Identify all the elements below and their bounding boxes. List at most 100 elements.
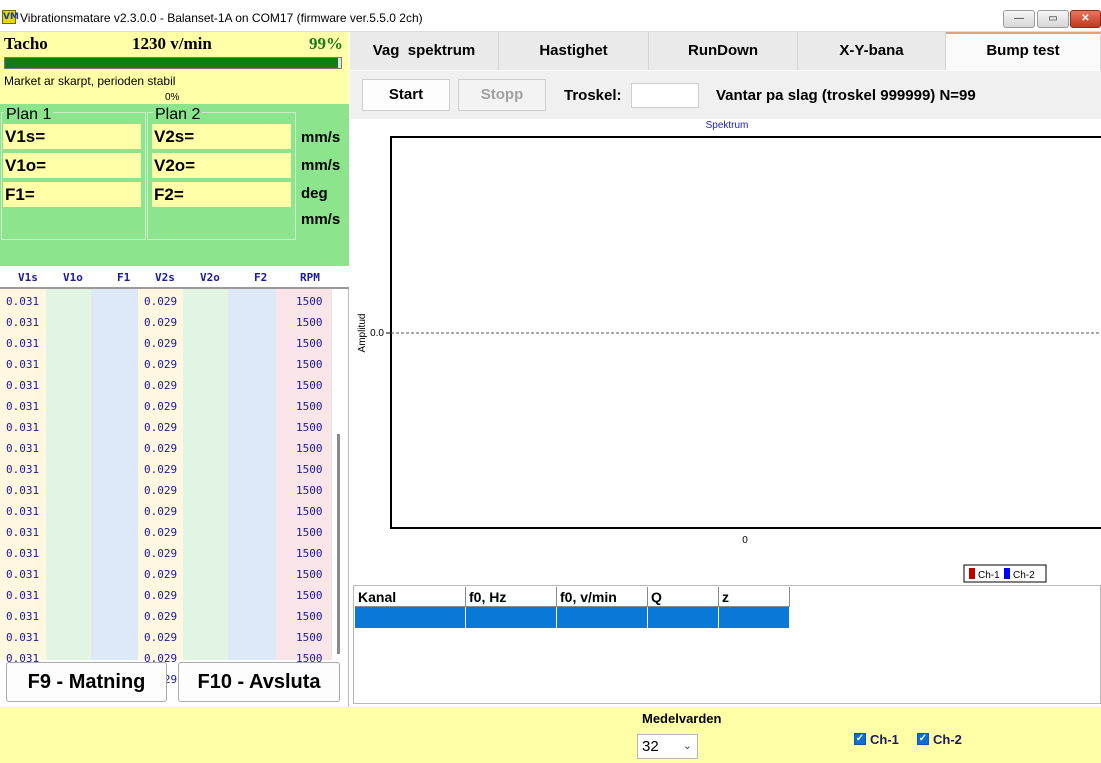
cell-v2s: 0.029	[144, 358, 178, 371]
cell-rpm: 1500	[296, 547, 323, 560]
cell-rpm: 1500	[296, 568, 323, 581]
header-v2s: V2s	[155, 271, 175, 284]
measurement-table: V1s V1o F1 V2s V2o F2 RPM 0.031 0.029 1500…	[0, 266, 349, 686]
tab-rundown[interactable]: RunDown	[649, 32, 798, 70]
column-bg	[91, 289, 138, 660]
waiting-status: Vantar pa slag (troskel 999999) N=99	[716, 87, 976, 104]
tab-bump-test[interactable]: Bump test	[946, 32, 1101, 70]
header-v2o: V2o	[200, 271, 220, 284]
cell-rpm: 1500	[296, 463, 323, 476]
cell-rpm: 1500	[296, 631, 323, 644]
close-button[interactable]: ✕	[1070, 10, 1101, 28]
cell-v1s: 0.031	[6, 505, 40, 518]
results-header-f0-rpm: f0, v/min	[557, 587, 648, 607]
stop-button[interactable]: Stopp	[458, 79, 546, 111]
tacho-panel: Tacho 1230 v/min 99% Market ar skarpt, p…	[0, 32, 349, 104]
threshold-input[interactable]	[631, 83, 699, 108]
legend-label-ch1: Ch-1	[978, 570, 1000, 581]
chart-title: Spektrum	[706, 120, 749, 131]
cell-v2s: 0.029	[144, 505, 178, 518]
cell-v1s: 0.031	[6, 316, 40, 329]
cell-v1s: 0.031	[6, 484, 40, 497]
bump-test-toolbar: Start Stopp Troskel: Vantar pa slag (tro…	[350, 71, 1101, 119]
scrollbar-thumb[interactable]	[337, 434, 340, 654]
averaging-label: Medelvarden	[642, 711, 722, 726]
averaging-value: 32	[642, 738, 659, 755]
cell-v2s: 0.029	[144, 295, 178, 308]
tab-strip: Vag spektrum Hastighet RunDown X-Y-bana …	[350, 32, 1101, 70]
chevron-down-icon: ⌄	[682, 740, 692, 752]
start-button[interactable]: Start	[362, 79, 450, 111]
cell-rpm: 1500	[296, 526, 323, 539]
f2-field: F2=	[152, 182, 291, 207]
results-table: Kanal f0, Hz f0, v/min Q z	[353, 585, 1101, 704]
v2o-field: V2o=	[152, 153, 291, 178]
cell-v1s: 0.031	[6, 568, 40, 581]
v1s-field: V1s=	[3, 124, 141, 149]
y-tick-label: 0.0	[370, 328, 384, 339]
cell-v1s: 0.031	[6, 547, 40, 560]
tab-spectrum[interactable]: Vag spektrum	[350, 32, 499, 70]
results-selected-row[interactable]	[719, 607, 790, 628]
tab-xy-orbit[interactable]: X-Y-bana	[798, 32, 946, 70]
cell-v2s: 0.029	[144, 610, 178, 623]
cell-rpm: 1500	[296, 400, 323, 413]
tacho-progress-bar	[4, 57, 342, 69]
cell-v2s: 0.029	[144, 463, 178, 476]
cell-rpm: 1500	[296, 358, 323, 371]
results-selected-row[interactable]	[355, 607, 466, 628]
cell-v1s: 0.031	[6, 421, 40, 434]
tacho-rpm: 1230 v/min	[132, 34, 212, 53]
cell-rpm: 1500	[296, 379, 323, 392]
results-selected-row[interactable]	[466, 607, 557, 628]
ch1-checkbox[interactable]: ✓	[854, 733, 866, 745]
results-header-f0-hz: f0, Hz	[466, 587, 557, 607]
ch2-checkbox-label[interactable]: Ch-2	[933, 732, 962, 747]
cell-rpm: 1500	[296, 610, 323, 623]
tab-velocity[interactable]: Hastighet	[499, 32, 649, 70]
cell-v2s: 0.029	[144, 421, 178, 434]
cell-rpm: 1500	[296, 589, 323, 602]
bottom-bar: Medelvarden 32 ⌄ ✓ Ch-1 ✓ Ch-2	[0, 707, 1101, 763]
cell-rpm: 1500	[296, 421, 323, 434]
cell-v2s: 0.029	[144, 484, 178, 497]
column-bg	[228, 289, 276, 660]
results-header-kanal: Kanal	[355, 587, 466, 607]
legend-swatch-ch2	[1004, 568, 1010, 579]
cell-v2s: 0.029	[144, 400, 178, 413]
averaging-select[interactable]: 32 ⌄	[637, 734, 698, 759]
plane-1-title: Plan 1	[4, 106, 54, 124]
cell-v2s: 0.029	[144, 631, 178, 644]
window-title: Vibrationsmatare v2.3.0.0 - Balanset-1A …	[20, 11, 423, 25]
plane-readouts: Plan 1 Plan 2 V1s= V1o= F1= V2s= V2o= F2…	[0, 104, 349, 266]
left-panel: Tacho 1230 v/min 99% Market ar skarpt, p…	[0, 32, 349, 707]
maximize-button[interactable]: ▭	[1037, 10, 1069, 28]
cell-v1s: 0.031	[6, 358, 40, 371]
title-bar: VM Vibrationsmatare v2.3.0.0 - Balanset-…	[0, 0, 1101, 32]
threshold-label: Troskel:	[564, 87, 622, 104]
results-header-z: z	[719, 587, 790, 607]
results-header-q: Q	[648, 587, 719, 607]
cell-v1s: 0.031	[6, 463, 40, 476]
results-selected-row[interactable]	[648, 607, 719, 628]
ch1-checkbox-label[interactable]: Ch-1	[870, 732, 899, 747]
spectrum-chart: Spektrum 0.0 0 Amplitud Ch-1 Ch-2	[350, 119, 1101, 584]
cell-v2s: 0.029	[144, 442, 178, 455]
f9-measure-button[interactable]: F9 - Matning	[6, 662, 167, 702]
results-selected-row[interactable]	[557, 607, 648, 628]
tacho-zero-label: 0%	[165, 92, 180, 103]
header-rpm: RPM	[300, 271, 320, 284]
legend-swatch-ch1	[969, 568, 975, 579]
app-logo-icon: VM	[2, 10, 19, 24]
cell-v2s: 0.029	[144, 568, 178, 581]
header-v1o: V1o	[63, 271, 83, 284]
ch2-checkbox[interactable]: ✓	[917, 733, 929, 745]
tacho-percent: 99%	[309, 34, 343, 53]
minimize-button[interactable]: —	[1003, 10, 1035, 28]
cell-v2s: 0.029	[144, 547, 178, 560]
column-bg	[46, 289, 91, 660]
cell-v2s: 0.029	[144, 526, 178, 539]
cell-rpm: 1500	[296, 295, 323, 308]
unit-label: mm/s	[301, 129, 341, 146]
f10-exit-button[interactable]: F10 - Avsluta	[178, 662, 340, 702]
